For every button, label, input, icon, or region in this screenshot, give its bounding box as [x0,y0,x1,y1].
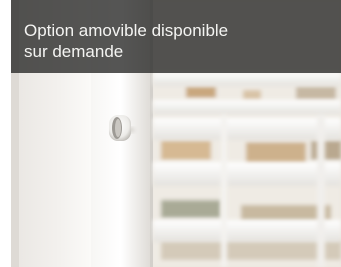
caption-text: Option amovible disponible sur demande [24,21,229,61]
product-image-card: Option amovible disponible sur demande [0,0,341,267]
